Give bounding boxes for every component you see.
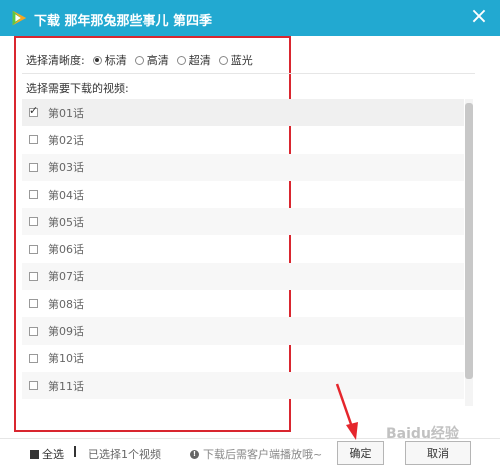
title-bar: 下载 那年那兔那些事儿 第四季 × xyxy=(0,0,500,36)
footer-separator xyxy=(74,446,76,457)
radio-icon xyxy=(134,55,144,65)
quality-option-sd[interactable]: 标清 xyxy=(92,52,127,68)
episode-label: 第04话 xyxy=(48,188,84,202)
quality-option-label: 高清 xyxy=(146,54,169,67)
ok-button[interactable]: 确定 xyxy=(337,441,384,465)
episode-label: 第05话 xyxy=(48,215,84,229)
window-title: 下载 那年那兔那些事儿 第四季 xyxy=(34,14,213,29)
notice-text: 下载后需客户端播放哦~ xyxy=(203,448,323,461)
quality-option-label: 蓝光 xyxy=(230,54,253,67)
quality-option-label: 标清 xyxy=(104,54,127,67)
episode-label: 第07话 xyxy=(48,270,84,284)
checkbox[interactable] xyxy=(29,190,38,200)
checkbox[interactable] xyxy=(29,326,38,336)
radio-icon xyxy=(176,55,186,65)
checkbox[interactable] xyxy=(29,244,38,254)
list-item[interactable]: 第08话 xyxy=(22,290,464,317)
list-item[interactable]: 第06话 xyxy=(22,235,464,262)
video-list-label: 选择需要下载的视频: xyxy=(26,82,129,95)
divider xyxy=(22,73,475,74)
episode-label: 第10话 xyxy=(48,352,84,366)
select-all-checkbox[interactable]: 全选 xyxy=(30,446,64,462)
list-item[interactable]: 第09话 xyxy=(22,317,464,345)
watermark: Baidu经验 xyxy=(386,426,459,442)
radio-icon xyxy=(92,55,102,65)
quality-option-hd[interactable]: 高清 xyxy=(134,52,169,68)
list-item[interactable]: 第01话 xyxy=(22,99,464,127)
scrollbar-thumb[interactable] xyxy=(465,103,473,379)
episode-label: 第06话 xyxy=(48,243,84,257)
list-item[interactable]: 第02话 xyxy=(22,126,464,153)
checkbox[interactable] xyxy=(29,353,38,363)
checkbox[interactable] xyxy=(29,271,38,281)
episode-label: 第09话 xyxy=(48,325,84,339)
episode-label: 第03话 xyxy=(48,161,84,175)
quality-label: 选择清晰度: xyxy=(26,54,85,67)
selected-count: 已选择1个视频 xyxy=(88,448,161,461)
list-item[interactable]: 第03话 xyxy=(22,153,464,181)
video-list: 第01话 第02话 第03话 第04话 第05话 第06话 第07话 第08话 … xyxy=(22,99,464,406)
quality-option-label: 超清 xyxy=(188,54,211,67)
quality-option-shd[interactable]: 超清 xyxy=(176,52,211,68)
checkbox[interactable] xyxy=(29,104,38,118)
checkbox[interactable] xyxy=(29,162,38,172)
episode-label: 第02话 xyxy=(48,133,84,147)
episode-label: 第01话 xyxy=(48,106,84,120)
episode-label: 第11话 xyxy=(48,379,84,393)
select-all-label: 全选 xyxy=(42,448,64,461)
playback-notice: ! 下载后需客户端播放哦~ xyxy=(190,446,322,462)
checkbox[interactable] xyxy=(29,135,38,145)
radio-icon xyxy=(218,55,228,65)
quality-option-bluray[interactable]: 蓝光 xyxy=(218,52,253,68)
checkbox[interactable] xyxy=(29,299,38,309)
info-icon: ! xyxy=(190,449,199,459)
list-item[interactable]: 第10话 xyxy=(22,345,464,372)
scrollbar-track[interactable] xyxy=(465,99,473,406)
tencent-video-logo-icon xyxy=(12,10,27,26)
checkbox[interactable] xyxy=(29,381,38,391)
list-item[interactable]: 第07话 xyxy=(22,262,464,291)
list-item[interactable]: 第11话 xyxy=(22,371,464,400)
cancel-button[interactable]: 取消 xyxy=(405,441,471,465)
episode-label: 第08话 xyxy=(48,297,84,311)
list-item[interactable]: 第04话 xyxy=(22,181,464,208)
checkbox[interactable] xyxy=(29,217,38,227)
close-icon: × xyxy=(469,4,489,29)
list-item[interactable]: 第05话 xyxy=(22,208,464,236)
checkbox-icon xyxy=(30,449,39,459)
close-button[interactable]: × xyxy=(468,6,490,28)
quality-selector: 选择清晰度: 标清 高清 超清 蓝光 xyxy=(26,52,261,68)
